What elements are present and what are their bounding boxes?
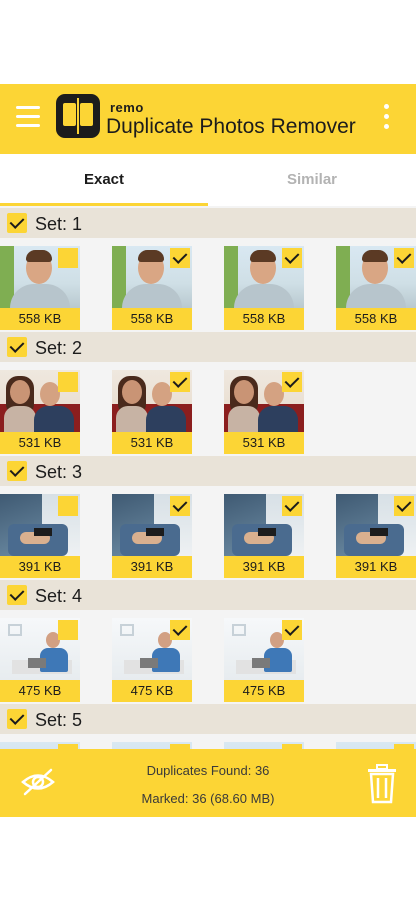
photo-checkbox[interactable] — [170, 620, 190, 640]
set-label: Set: 5 — [35, 710, 83, 730]
set-checkbox[interactable] — [7, 709, 27, 729]
app-screen: remo Duplicate Photos Remover Exact Simi… — [0, 84, 416, 817]
photo-checkbox[interactable] — [58, 248, 78, 268]
set-header: Set: 2 — [0, 332, 416, 362]
set-checkbox[interactable] — [7, 585, 27, 605]
set-header: Set: 1 — [0, 208, 416, 238]
photo-checkbox[interactable] — [282, 620, 302, 640]
photo-thumbnail[interactable]: 531 KB — [224, 370, 304, 454]
photo-thumbnail[interactable] — [0, 742, 80, 749]
file-size: 531 KB — [242, 435, 286, 450]
photo-checkbox[interactable] — [58, 372, 78, 392]
set-label: Set: 1 — [35, 214, 83, 234]
hamburger-menu-icon[interactable] — [16, 106, 40, 128]
photo-checkbox[interactable] — [58, 496, 78, 516]
duplicate-set: Set: 2 531 KB 531 KB 531 KB — [0, 330, 416, 454]
photo-checkbox[interactable] — [394, 248, 414, 268]
photo-thumbnail[interactable]: 475 KB — [0, 618, 80, 702]
set-checkbox[interactable] — [7, 213, 27, 233]
file-size: 531 KB — [130, 435, 174, 450]
set-label: Set: 3 — [35, 462, 83, 482]
summary-info: Duplicates Found: 36 Marked: 36 (68.60 M… — [80, 749, 336, 817]
app-title: Duplicate Photos Remover — [106, 115, 356, 138]
photo-checkbox[interactable] — [282, 372, 302, 392]
photo-thumbnail[interactable]: 391 KB — [0, 494, 80, 578]
photo-thumbnail[interactable]: 531 KB — [112, 370, 192, 454]
duplicate-set: Set: 1 558 KB 558 KB 558 KB 558 KB — [0, 206, 416, 330]
photo-thumbnail[interactable]: 558 KB — [112, 246, 192, 330]
file-size: 558 KB — [18, 311, 62, 326]
tab-bar: Exact Similar — [0, 154, 416, 206]
set-thumbnails: 531 KB 531 KB 531 KB — [0, 370, 416, 454]
photo-checkbox[interactable] — [170, 496, 190, 516]
set-label: Set: 2 — [35, 338, 83, 358]
set-header: Set: 3 — [0, 456, 416, 486]
photo-checkbox[interactable] — [282, 248, 302, 268]
tab-exact[interactable]: Exact — [0, 154, 208, 206]
app-header: remo Duplicate Photos Remover — [0, 84, 416, 154]
file-size: 531 KB — [18, 435, 62, 450]
file-size: 475 KB — [130, 683, 174, 698]
duplicate-set: Set: 4 475 KB 475 KB 475 KB — [0, 578, 416, 702]
photo-checkbox[interactable] — [394, 496, 414, 516]
photo-thumbnail[interactable]: 391 KB — [336, 494, 416, 578]
file-size: 391 KB — [354, 559, 398, 574]
set-thumbnails: 391 KB 391 KB 391 KB 391 KB — [0, 494, 416, 578]
brand-name: remo — [110, 100, 144, 115]
eye-off-icon[interactable] — [20, 767, 56, 797]
duplicates-found-text: Duplicates Found: 36 — [146, 763, 270, 778]
file-size: 558 KB — [354, 311, 398, 326]
photo-thumbnail[interactable]: 475 KB — [224, 618, 304, 702]
tab-similar[interactable]: Similar — [208, 154, 416, 206]
set-checkbox[interactable] — [7, 337, 27, 357]
summary-footer: Duplicates Found: 36 Marked: 36 (68.60 M… — [0, 749, 416, 817]
marked-text: Marked: 36 (68.60 MB) — [141, 791, 275, 806]
photo-thumbnail[interactable]: 558 KB — [224, 246, 304, 330]
file-size: 391 KB — [130, 559, 174, 574]
set-header: Set: 5 — [0, 704, 416, 734]
file-size: 391 KB — [18, 559, 62, 574]
photo-thumbnail[interactable] — [336, 742, 416, 749]
duplicate-set: Set: 5 — [0, 702, 416, 749]
duplicate-sets-list[interactable]: Set: 1 558 KB 558 KB 558 KB 558 KB Set: … — [0, 206, 416, 749]
photo-checkbox[interactable] — [170, 248, 190, 268]
file-size: 475 KB — [18, 683, 62, 698]
photo-thumbnail[interactable]: 558 KB — [0, 246, 80, 330]
set-header: Set: 4 — [0, 580, 416, 610]
photo-thumbnail[interactable]: 391 KB — [112, 494, 192, 578]
photo-checkbox[interactable] — [58, 620, 78, 640]
photo-thumbnail[interactable]: 475 KB — [112, 618, 192, 702]
set-checkbox[interactable] — [7, 461, 27, 481]
file-size: 475 KB — [242, 683, 286, 698]
duplicate-set: Set: 3 391 KB 391 KB 391 KB 391 KB — [0, 454, 416, 578]
photo-checkbox[interactable] — [170, 372, 190, 392]
file-size: 558 KB — [242, 311, 286, 326]
file-size: 391 KB — [242, 559, 286, 574]
photo-thumbnail[interactable]: 558 KB — [336, 246, 416, 330]
set-thumbnails: 558 KB 558 KB 558 KB 558 KB — [0, 246, 416, 330]
set-thumbnails — [0, 742, 416, 749]
file-size: 558 KB — [130, 311, 174, 326]
photo-thumbnail[interactable]: 531 KB — [0, 370, 80, 454]
photo-thumbnail[interactable]: 391 KB — [224, 494, 304, 578]
set-label: Set: 4 — [35, 586, 83, 606]
more-options-icon[interactable] — [384, 104, 390, 132]
photo-thumbnail[interactable] — [224, 742, 304, 749]
photo-checkbox[interactable] — [282, 496, 302, 516]
app-logo — [56, 94, 100, 138]
photo-thumbnail[interactable] — [112, 742, 192, 749]
trash-icon[interactable] — [366, 764, 398, 804]
set-thumbnails: 475 KB 475 KB 475 KB — [0, 618, 416, 702]
